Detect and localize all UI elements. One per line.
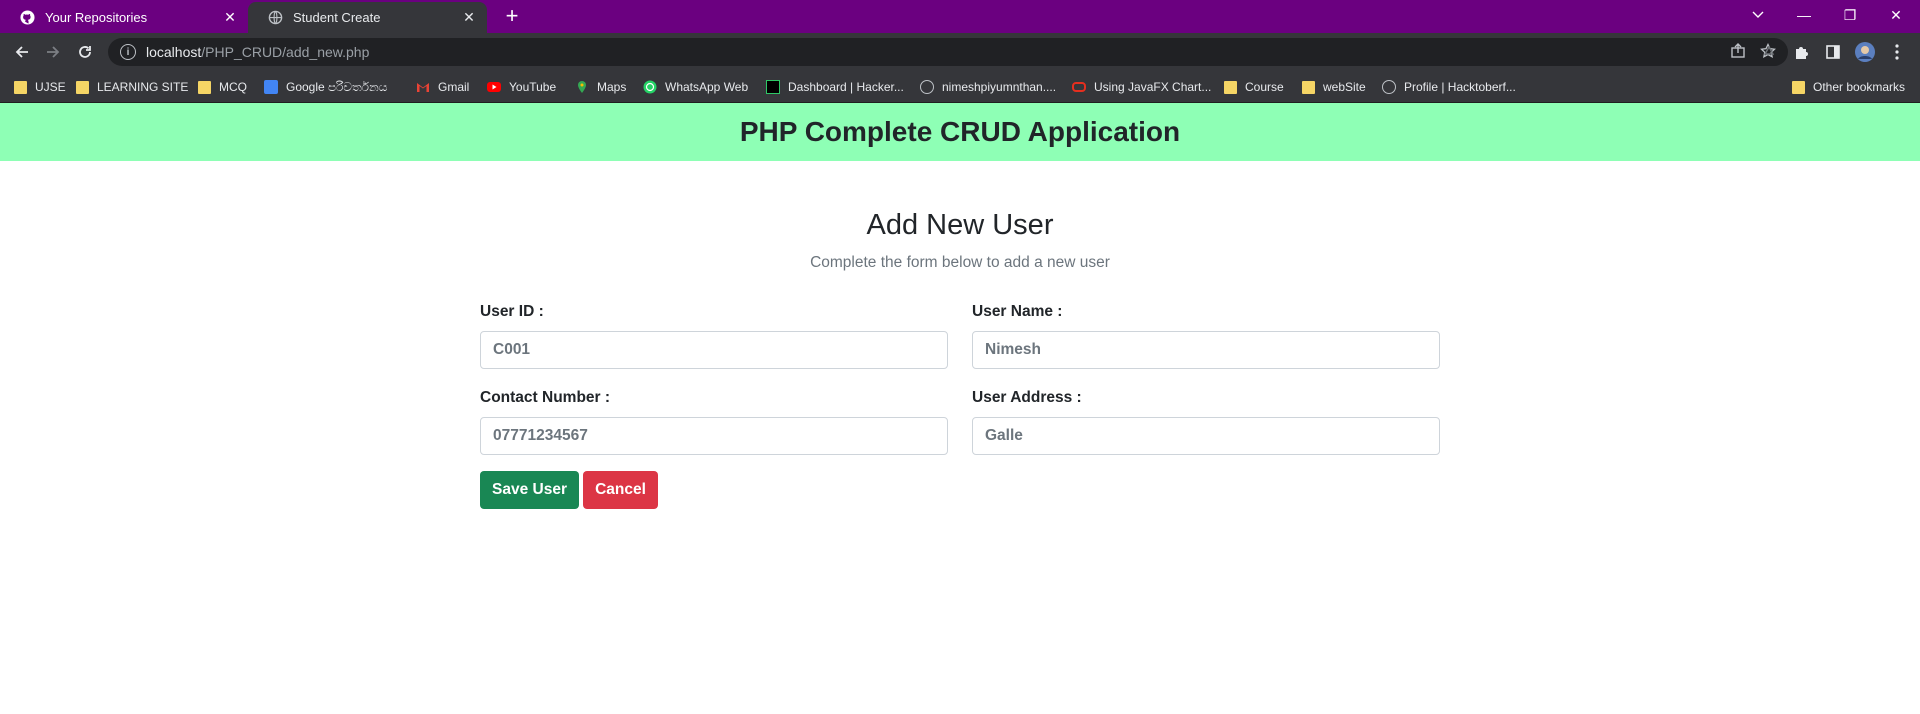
user-name-input[interactable]: Nimesh [972,331,1440,369]
github-icon [20,10,35,25]
menu-dots-icon[interactable] [1885,40,1909,64]
bookmark-hacktoberfest[interactable]: Profile | Hacktoberf... [1382,71,1516,103]
google-translate-icon [264,80,278,94]
contact-number-label: Contact Number : [480,389,611,406]
close-tab-icon[interactable]: ✕ [461,9,477,26]
minimize-button[interactable]: — [1781,0,1827,30]
bookmark-google-translate[interactable]: Google පරිවර්තනය [264,71,387,103]
form-title: Add New User [866,209,1054,241]
bookmarks-bar: UJSE LEARNING SITE MCQ Google පරිවර්තනය … [0,71,1920,103]
restore-button[interactable]: ❐ [1827,0,1873,30]
whatsapp-icon [643,80,657,94]
browser-toolbar: i localhost/PHP_CRUD/add_new.php [0,33,1920,71]
folder-icon [14,80,27,94]
bookmark-javafx[interactable]: Using JavaFX Chart... [1072,71,1211,103]
bookmark-learning-site[interactable]: LEARNING SITE [76,71,188,103]
user-address-input[interactable]: Galle [972,417,1440,455]
bookmark-website[interactable]: webSite [1302,71,1366,103]
folder-icon [1792,80,1805,94]
cancel-button[interactable]: Cancel [583,471,658,509]
new-tab-button[interactable]: + [500,5,524,29]
tab-title: Student Create [293,10,381,25]
bookmark-course[interactable]: Course [1224,71,1284,103]
globe-icon [920,80,934,94]
site-info-icon[interactable]: i [120,44,136,60]
folder-icon [198,80,211,94]
app-header: PHP Complete CRUD Application [0,103,1920,161]
bookmark-gmail[interactable]: Gmail [416,71,469,103]
contact-number-input[interactable]: 07771234567 [480,417,948,455]
share-icon[interactable] [1730,43,1746,64]
folder-icon [76,80,89,94]
bookmark-whatsapp[interactable]: WhatsApp Web [643,71,748,103]
forward-button[interactable] [41,40,65,64]
back-button[interactable] [10,40,34,64]
save-user-button[interactable]: Save User [480,471,579,509]
folder-icon [1302,80,1315,94]
bookmark-mcq[interactable]: MCQ [198,71,247,103]
extensions-puzzle-icon[interactable] [1789,40,1813,64]
hacktoberfest-icon [1382,80,1396,94]
tab-strip: Your Repositories ✕ Student Create ✕ + —… [0,0,1920,33]
other-bookmarks[interactable]: Other bookmarks [1792,71,1905,103]
bookmark-hackerrank[interactable]: Dashboard | Hacker... [766,71,904,103]
gmail-icon [416,80,430,94]
oracle-icon [1072,82,1086,92]
globe-icon [268,10,283,25]
bookmark-ujse[interactable]: UJSE [14,71,66,103]
form-subtitle: Complete the form below to add a new use… [810,254,1110,271]
reload-button[interactable] [73,40,97,64]
user-id-label: User ID : [480,303,544,320]
user-address-label: User Address : [972,389,1082,406]
tab-search-icon[interactable] [1735,0,1781,30]
app-title: PHP Complete CRUD Application [739,116,1181,147]
tab-title: Your Repositories [45,10,148,25]
user-id-input[interactable]: C001 [480,331,948,369]
tab-your-repositories[interactable]: Your Repositories ✕ [0,2,248,33]
bookmark-youtube[interactable]: YouTube [487,71,556,103]
user-name-label: User Name : [972,303,1063,320]
tab-student-create[interactable]: Student Create ✕ [248,2,487,33]
bookmark-maps[interactable]: Maps [575,71,626,103]
side-panel-icon[interactable] [1821,40,1845,64]
address-bar[interactable]: i localhost/PHP_CRUD/add_new.php [108,38,1788,66]
bookmark-nimesh[interactable]: nimeshpiyumnthan.... [920,71,1056,103]
url-text: localhost/PHP_CRUD/add_new.php [146,44,370,60]
recycle-extension-icon[interactable] [1757,40,1781,64]
close-tab-icon[interactable]: ✕ [222,9,238,26]
profile-avatar-icon[interactable] [1853,40,1877,64]
close-window-button[interactable]: ✕ [1873,0,1919,30]
folder-icon [1224,80,1237,94]
maps-pin-icon [575,80,589,94]
youtube-icon [487,80,501,94]
hackerrank-icon [766,80,780,94]
